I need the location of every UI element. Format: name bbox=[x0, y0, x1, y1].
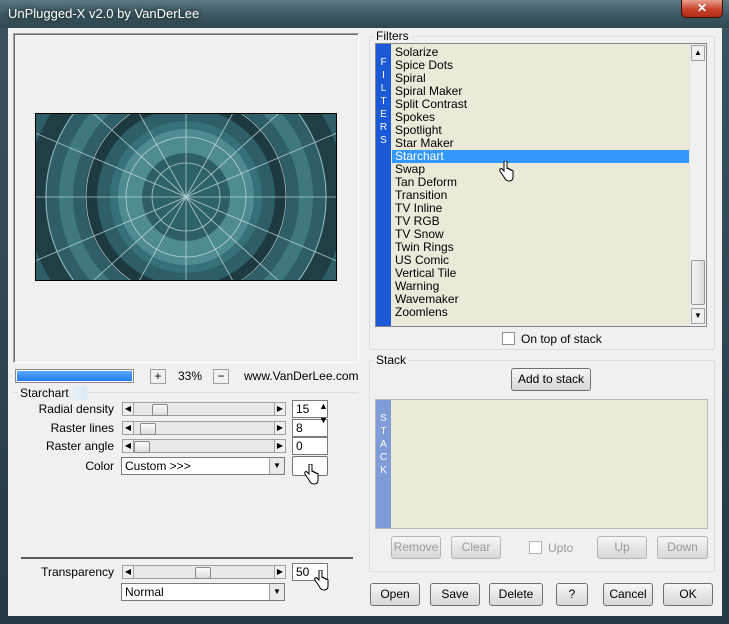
strip-letter: L bbox=[380, 83, 387, 94]
preview-image bbox=[35, 113, 337, 281]
dialog-client: + 33% − www.VanDerLee.com Starchart Radi… bbox=[8, 28, 722, 616]
remove-button[interactable]: Remove bbox=[391, 536, 441, 559]
slider-right-button[interactable]: ▶ bbox=[274, 421, 286, 435]
open-button[interactable]: Open bbox=[370, 583, 420, 606]
strip-letter: F bbox=[380, 57, 387, 68]
save-button[interactable]: Save bbox=[430, 583, 480, 606]
param-label: Raster lines bbox=[50, 421, 114, 435]
filters-list: Solarize Spice Dots Spiral Spiral Maker Spli… bbox=[392, 46, 690, 319]
vanderlee-link[interactable]: www.VanDerLee.com bbox=[244, 369, 359, 383]
strip-letter: E bbox=[380, 109, 387, 120]
scroll-down-button[interactable]: ▼ bbox=[691, 308, 705, 324]
filter-item[interactable]: Split Contrast bbox=[392, 98, 690, 111]
filters-strip: FILTERS bbox=[376, 44, 391, 326]
help-button[interactable]: ? bbox=[556, 583, 588, 606]
radial-density-slider[interactable] bbox=[134, 402, 274, 416]
color-dropdown[interactable]: Custom >>> ▼ bbox=[121, 457, 285, 475]
close-icon: ✕ bbox=[696, 1, 708, 15]
scroll-thumb[interactable] bbox=[691, 260, 705, 305]
slider-left-button[interactable]: ◀ bbox=[122, 402, 134, 416]
filters-strip-letters: FILTERS bbox=[376, 56, 391, 147]
strip-letter: C bbox=[379, 452, 388, 463]
zoom-out-button[interactable]: − bbox=[213, 369, 229, 384]
color-label: Color bbox=[85, 459, 114, 473]
on-top-checkbox[interactable] bbox=[502, 332, 515, 345]
zoom-level: 33% bbox=[178, 369, 203, 383]
slider-left-button[interactable]: ◀ bbox=[122, 439, 134, 453]
transparency-slider[interactable] bbox=[134, 565, 274, 579]
upto-label: Upto bbox=[548, 541, 574, 555]
title-bar[interactable]: UnPlugged-X v2.0 by VanDerLee ✕ bbox=[0, 0, 729, 28]
stack-strip-letters: STACK bbox=[376, 412, 391, 477]
on-top-label: On top of stack bbox=[521, 332, 602, 346]
slider-thumb[interactable] bbox=[195, 567, 211, 579]
strip-letter: T bbox=[380, 426, 387, 437]
color-dropdown-value: Custom >>> bbox=[125, 459, 191, 473]
chevron-down-icon[interactable]: ▼ bbox=[269, 584, 284, 600]
strip-letter: A bbox=[380, 439, 387, 450]
filters-listbox[interactable]: FILTERS Solarize Spice Dots Spiral Spiral M… bbox=[375, 43, 707, 327]
up-button[interactable]: Up bbox=[597, 536, 647, 559]
preview-panel bbox=[13, 33, 359, 363]
slider-thumb[interactable] bbox=[152, 404, 168, 416]
close-button[interactable]: ✕ bbox=[681, 0, 723, 18]
window-title: UnPlugged-X v2.0 by VanDerLee bbox=[8, 6, 200, 21]
strip-letter: S bbox=[380, 413, 387, 424]
progress-fill bbox=[17, 371, 132, 381]
spin-arrows-icon[interactable]: ▲ ▼ bbox=[319, 402, 328, 425]
slider-right-button[interactable]: ▶ bbox=[274, 402, 286, 416]
ok-button[interactable]: OK bbox=[663, 583, 713, 606]
filters-scrollbar[interactable]: ▲ ▼ bbox=[689, 44, 706, 326]
zoom-in-button[interactable]: + bbox=[150, 369, 166, 384]
raster-angle-field[interactable]: 0 bbox=[292, 437, 328, 455]
strip-letter: K bbox=[380, 465, 387, 476]
blend-mode-dropdown[interactable]: Normal ▼ bbox=[121, 583, 285, 601]
raster-angle-slider[interactable] bbox=[134, 439, 274, 453]
cancel-button[interactable]: Cancel bbox=[603, 583, 653, 606]
filter-item[interactable]: Spice Dots bbox=[392, 59, 690, 72]
filter-item[interactable]: Zoomlens bbox=[392, 306, 690, 319]
param-label: Radial density bbox=[38, 402, 114, 416]
hand-cursor-icon bbox=[499, 161, 514, 182]
hand-cursor-icon bbox=[314, 570, 329, 591]
transparency-divider bbox=[21, 557, 353, 559]
progress-bar bbox=[15, 369, 134, 383]
slider-thumb[interactable] bbox=[134, 441, 150, 453]
chevron-down-icon[interactable]: ▼ bbox=[269, 458, 284, 474]
filters-group-label: Filters bbox=[374, 29, 411, 43]
stack-listbox[interactable]: STACK bbox=[375, 399, 708, 529]
slider-left-button[interactable]: ◀ bbox=[122, 565, 134, 579]
app-window: UnPlugged-X v2.0 by VanDerLee ✕ + 33% − … bbox=[0, 0, 729, 624]
slider-thumb[interactable] bbox=[140, 423, 156, 435]
stack-group-label: Stack bbox=[374, 353, 409, 367]
hand-cursor-icon bbox=[304, 464, 319, 485]
transparency-label: Transparency bbox=[41, 565, 114, 579]
starchart-group-label: Starchart bbox=[18, 386, 87, 400]
blend-mode-value: Normal bbox=[125, 585, 164, 599]
down-button[interactable]: Down bbox=[657, 536, 708, 559]
slider-right-button[interactable]: ▶ bbox=[274, 565, 286, 579]
upto-checkbox[interactable] bbox=[529, 541, 542, 554]
scroll-up-button[interactable]: ▲ bbox=[691, 45, 705, 61]
filter-item[interactable]: Starchart bbox=[392, 150, 690, 163]
add-to-stack-button[interactable]: Add to stack bbox=[511, 368, 591, 391]
strip-letter: T bbox=[380, 96, 387, 107]
strip-letter: R bbox=[379, 122, 388, 133]
strip-letter: I bbox=[382, 70, 385, 81]
stack-strip: STACK bbox=[376, 400, 391, 528]
slider-left-button[interactable]: ◀ bbox=[122, 421, 134, 435]
param-label: Raster angle bbox=[45, 439, 114, 453]
delete-button[interactable]: Delete bbox=[489, 583, 543, 606]
raster-lines-slider[interactable] bbox=[134, 421, 274, 435]
slider-right-button[interactable]: ▶ bbox=[274, 439, 286, 453]
clear-button[interactable]: Clear bbox=[451, 536, 501, 559]
strip-letter: S bbox=[380, 135, 387, 146]
